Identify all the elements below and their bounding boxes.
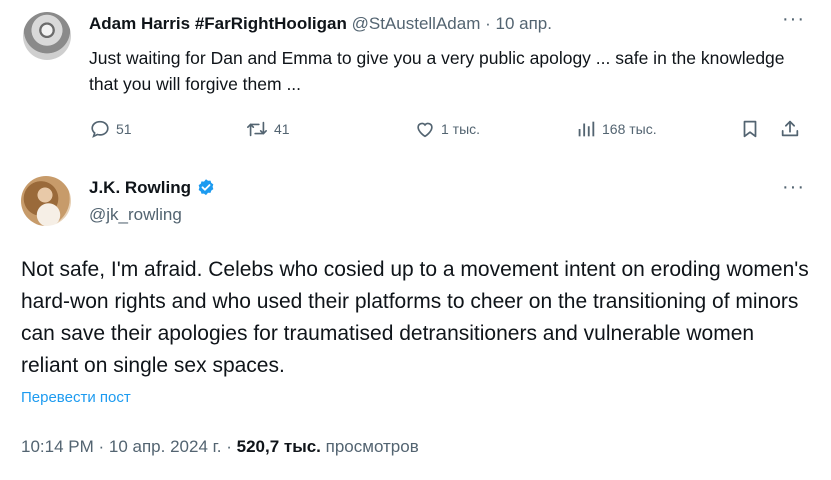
tweet-meta: 10:14 PM · 10 апр. 2024 г. · 520,7 тыс. … bbox=[21, 437, 419, 456]
reply-tweet[interactable]: Adam Harris #FarRightHooligan @StAustell… bbox=[0, 0, 831, 160]
like-button[interactable]: 1 тыс. bbox=[414, 118, 480, 140]
separator: · bbox=[485, 14, 491, 33]
author-name-row: J.K. Rowling bbox=[89, 178, 216, 198]
verified-badge-icon bbox=[198, 179, 214, 196]
reply-icon bbox=[91, 120, 109, 138]
tweet-text: Just waiting for Dan and Emma to give yo… bbox=[89, 48, 785, 94]
repost-button[interactable]: 41 bbox=[245, 118, 290, 140]
main-tweet: J.K. Rowling @jk_rowling ··· Not safe, I… bbox=[0, 160, 831, 480]
repost-count: 41 bbox=[274, 121, 290, 137]
views-count: 168 тыс. bbox=[602, 121, 657, 137]
author-name[interactable]: Adam Harris #FarRightHooligan bbox=[89, 14, 347, 33]
tweet-date[interactable]: 10 апр. 2024 г. bbox=[109, 437, 222, 456]
share-icon bbox=[781, 120, 799, 137]
like-count: 1 тыс. bbox=[441, 121, 481, 137]
views-count: 520,7 тыс. bbox=[236, 437, 321, 456]
heart-icon bbox=[417, 122, 433, 138]
views-icon bbox=[578, 121, 595, 137]
tweet-text: Not safe, I'm afraid. Celebs who cosied … bbox=[21, 258, 809, 377]
bookmark-icon bbox=[743, 120, 757, 138]
reply-header: Adam Harris #FarRightHooligan @StAustell… bbox=[89, 14, 552, 36]
more-options-button[interactable]: ··· bbox=[782, 176, 805, 199]
views-label: просмотров bbox=[325, 437, 419, 456]
avatar[interactable] bbox=[21, 176, 71, 226]
timestamp[interactable]: 10 апр. bbox=[496, 14, 552, 33]
reply-count: 51 bbox=[116, 121, 132, 137]
author-handle[interactable]: @StAustellAdam bbox=[352, 14, 481, 33]
reply-button[interactable]: 51 bbox=[89, 118, 132, 140]
repost-icon bbox=[247, 121, 267, 137]
author-name[interactable]: J.K. Rowling bbox=[89, 178, 191, 198]
tweet-time[interactable]: 10:14 PM bbox=[21, 437, 94, 456]
translate-post-link[interactable]: Перевести пост bbox=[21, 389, 131, 406]
views-button[interactable]: 168 тыс. bbox=[575, 118, 657, 140]
avatar[interactable] bbox=[23, 12, 71, 60]
action-bar: 51 41 1 тыс. 168 тыс. bbox=[89, 118, 809, 146]
share-button[interactable] bbox=[779, 118, 806, 140]
more-options-button[interactable]: ··· bbox=[782, 8, 805, 31]
bookmark-button[interactable] bbox=[739, 118, 766, 140]
author-handle[interactable]: @jk_rowling bbox=[89, 205, 182, 225]
